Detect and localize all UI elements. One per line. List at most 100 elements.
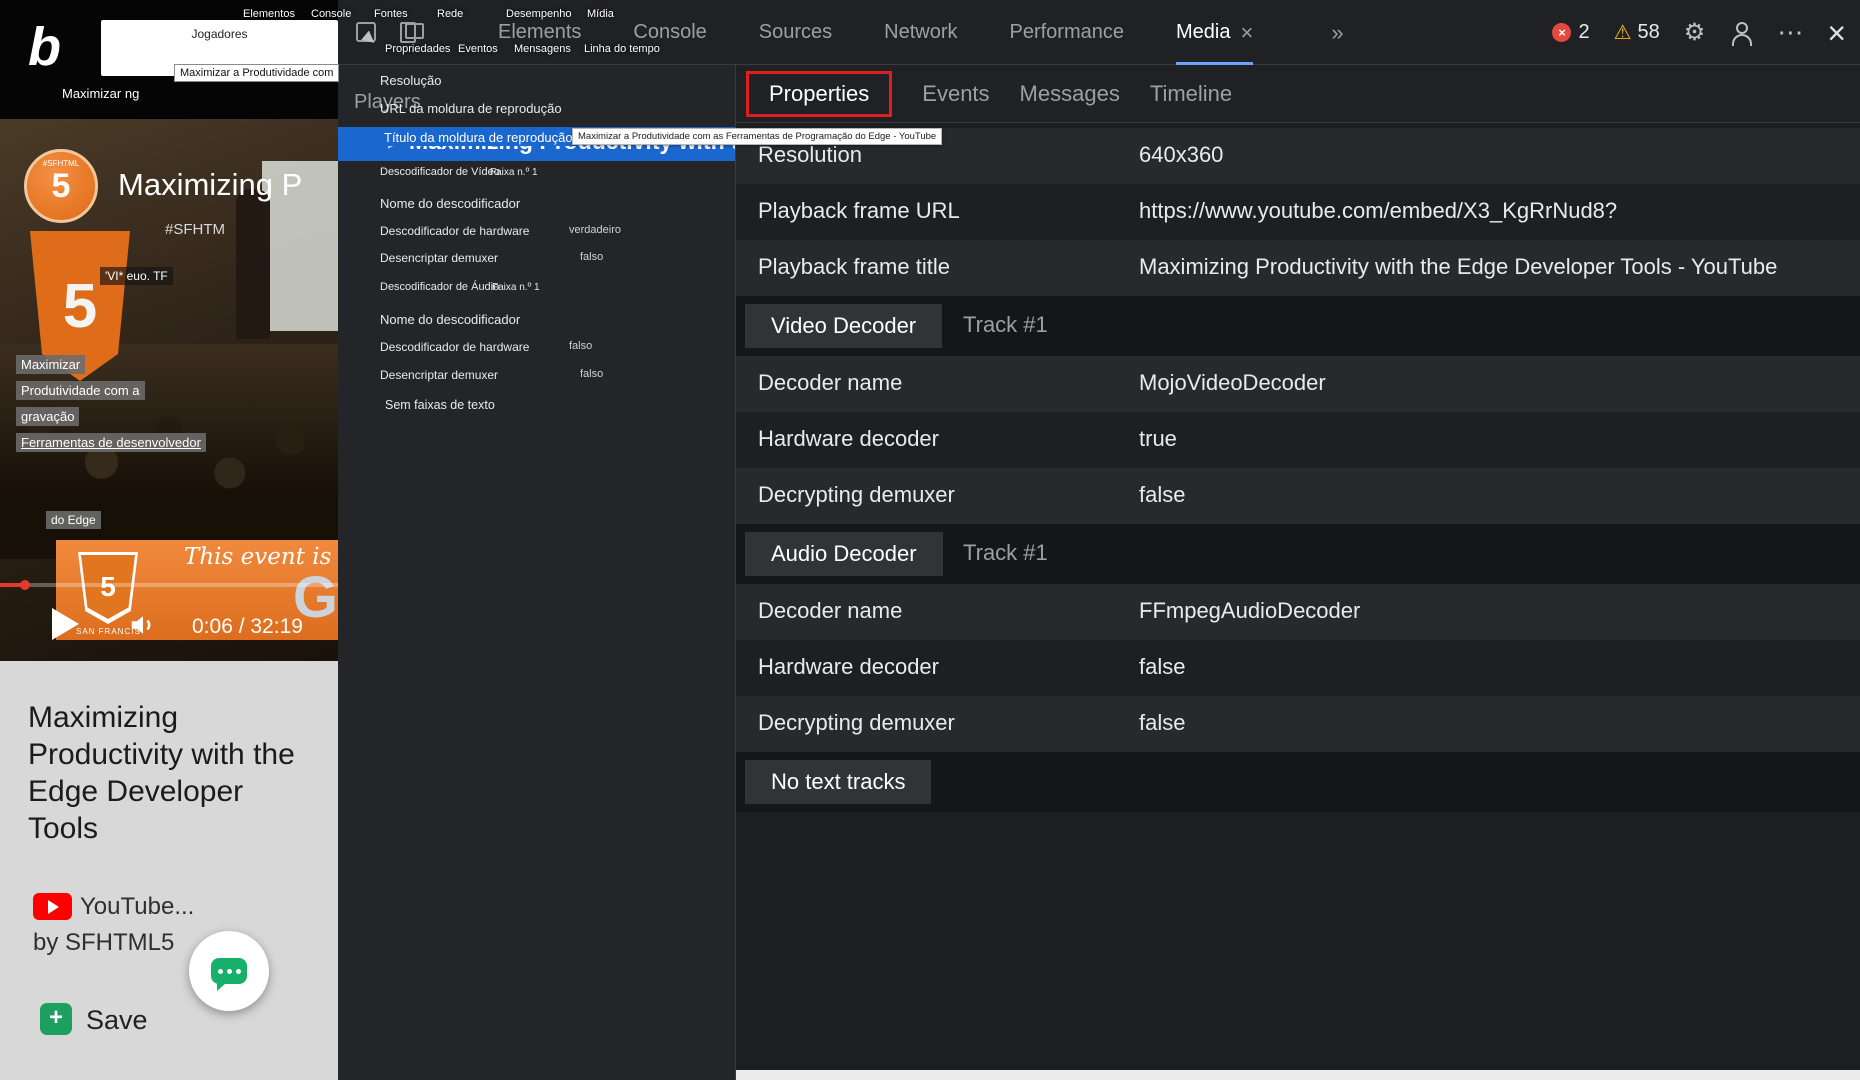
text-tracks-section: No text tracks [736,752,1860,812]
track-label: Track #1 [963,540,1048,566]
overflow-menu-icon[interactable]: ⋯ [1777,17,1803,48]
pt-row-hw-decoder: Descodificador de hardware [380,340,529,354]
pt-row-demuxer: Desencriptar demuxer [380,251,498,265]
pt-row-demuxer: Desencriptar demuxer [380,368,498,382]
inspect-element-icon[interactable] [356,22,376,42]
toolbar-right-cluster: × 2 ⚠ 58 ⚙ ⋯ × [1552,0,1846,65]
more-tabs-icon[interactable]: » [1331,20,1343,46]
pt-label-media: Mídia [587,8,614,20]
tab-elements[interactable]: Elements [498,21,581,44]
pt-label-events: Eventos [458,43,498,55]
table-row: Hardware decoder true [736,412,1860,468]
pt-label-properties: Propriedades [385,43,450,55]
video-decoder-section: Video Decoder Track #1 [736,296,1860,356]
search-suggestion-highlighted[interactable]: Maximizar a Produtividade com [174,64,339,82]
tab-events[interactable]: Events [922,81,989,107]
properties-table: Resolution 640x360 Playback frame URL ht… [736,128,1860,812]
translation-tooltip: Maximizar a Produtividade com as Ferrame… [572,128,942,145]
tab-audio-decoder[interactable]: Audio Decoder [745,532,943,576]
screenshot-root: b Jogadores Maximizar ng 5 #SFHTML 5 Max… [0,0,1860,1080]
pt-label-elements: Elementos [243,8,295,20]
pt-row-video-decoder: Descodificador de Vídeo [380,166,500,178]
players-sidebar: Players Maximizing Productivity with t ▶… [338,65,736,1080]
pt-value: falso [580,251,603,263]
save-button[interactable]: Save [86,1005,148,1036]
pt-value: falso [580,368,603,380]
pt-row-decoder-name: Nome do descodificador [380,196,520,211]
close-devtools-icon[interactable]: × [1827,17,1846,49]
video-timestamp: 0:06 / 32:19 [192,615,303,639]
media-panel-tabs: Properties Events Messages Timeline [736,65,1860,123]
pt-label-timeline: Linha do tempo [584,43,660,55]
video-overlay-small-text: 'VI* euo. TF [100,267,173,285]
caption-line: do Edge [46,511,101,529]
chat-bubble-icon [211,958,247,984]
table-row: Decrypting demuxer false [736,696,1860,752]
pt-label-sources: Fontes [374,8,408,20]
pt-row-video-track: Faixa n.º 1 [490,167,538,178]
tab-properties[interactable]: Properties [746,71,892,117]
tab-performance[interactable]: Performance [1010,21,1125,44]
pt-row-hw-decoder: Descodificador de hardware [380,224,529,238]
close-tab-icon[interactable]: × [1240,20,1253,46]
audio-decoder-section: Audio Decoder Track #1 [736,524,1860,584]
video-title: Maximizing Productivity with the Edge De… [28,700,304,848]
pt-row-playback-url: URL da moldura de reprodução [380,101,562,116]
tab-messages[interactable]: Messages [1020,81,1120,107]
media-panel: Properties Events Messages Timeline Reso… [736,65,1860,1080]
tab-video-decoder[interactable]: Video Decoder [745,304,942,348]
video-seekbar[interactable] [0,583,338,587]
tab-network[interactable]: Network [884,21,957,44]
devtools-tabs: Elements Console Sources Network Perform… [498,0,1344,65]
chat-fab-button[interactable] [189,931,269,1011]
video-overlay-subtitle: #SFHTM [165,221,225,238]
profile-icon[interactable] [1729,21,1753,45]
tab-no-text-tracks[interactable]: No text tracks [745,760,931,804]
pt-label-performance: Desempenho [506,8,571,20]
video-player[interactable]: 5 #SFHTML 5 Maximizing P #SFHTM 'VI* euo… [0,119,338,661]
sfhtml5-logo: #SFHTML 5 [24,149,98,223]
pt-row-no-text-tracks: Sem faixas de texto [385,398,495,412]
tab-console[interactable]: Console [633,21,706,44]
pt-label-messages: Mensagens [514,43,571,55]
pt-value: falso [569,340,592,352]
track-label: Track #1 [963,312,1048,338]
volume-icon[interactable] [128,610,158,640]
horizontal-scrollbar[interactable] [736,1070,1860,1080]
browser-page: b Jogadores Maximizar ng 5 #SFHTML 5 Max… [0,0,338,1080]
device-toolbar-icon[interactable] [400,23,424,43]
table-row: Playback frame URL https://www.youtube.c… [736,184,1860,240]
tab-media[interactable]: Media × [1176,0,1253,65]
pt-row-playback-title: Título da moldura de reprodução [380,129,577,146]
caption-line: Ferramentas de desenvolvedor [16,433,206,452]
channel-link[interactable]: YouTube... [80,893,194,921]
table-row: Playback frame title Maximizing Producti… [736,240,1860,296]
caption-line: gravação [16,407,79,426]
warning-badge[interactable]: ⚠ 58 [1614,20,1660,45]
youtube-icon [33,893,72,920]
tab-timeline[interactable]: Timeline [1150,81,1232,107]
table-row: Decrypting demuxer false [736,468,1860,524]
pt-label-network: Rede [437,8,463,20]
caption-line: Maximizar [16,355,85,374]
table-row: Decoder name MojoVideoDecoder [736,356,1860,412]
logo-number: 5 [52,167,71,206]
search-suggestion[interactable]: Jogadores [101,27,338,41]
byline: by SFHTML5 [33,929,174,957]
save-icon[interactable]: + [40,1003,72,1035]
video-overlay-title: Maximizing P [118,167,302,203]
error-icon: × [1552,23,1571,42]
speaker-silhouette [236,189,270,339]
tab-sources[interactable]: Sources [759,21,832,44]
error-badge[interactable]: × 2 [1552,21,1589,44]
pt-label-console: Console [311,8,351,20]
warning-count: 58 [1638,21,1660,44]
bing-logo[interactable]: b [28,16,61,78]
seekbar-knob[interactable] [20,580,30,590]
warning-icon: ⚠ [1614,20,1632,45]
logo-tag-text: #SFHTML [27,159,95,168]
pt-row-decoder-name: Nome do descodificador [380,312,520,327]
pt-row-resolution: Resolução [380,73,441,88]
settings-gear-icon[interactable]: ⚙ [1684,18,1706,47]
play-button[interactable] [52,608,79,640]
